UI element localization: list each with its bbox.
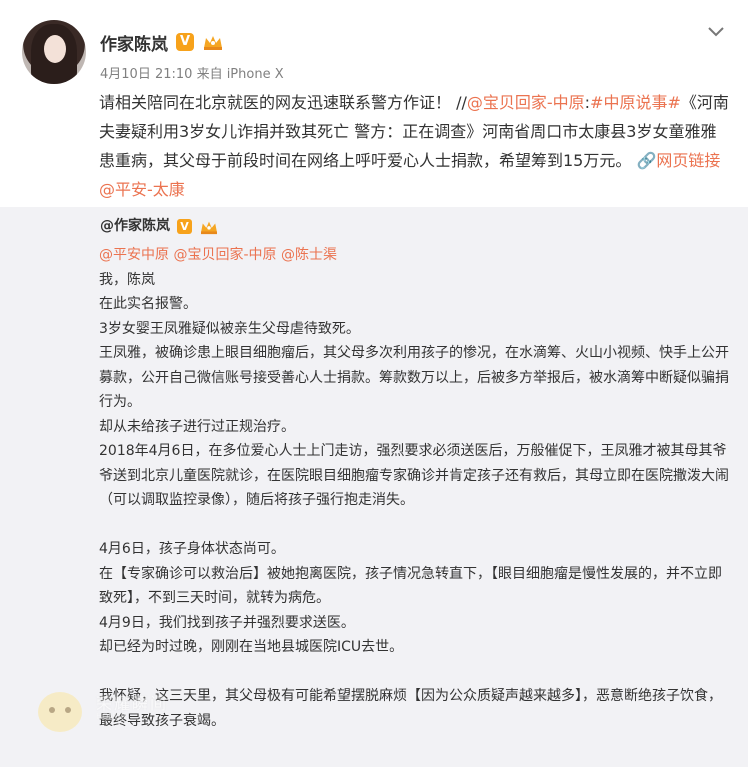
link-icon: 🔗 (636, 151, 657, 170)
verified-badge-icon: V (176, 33, 194, 51)
post-text: 请相关陪同在北京就医的网友迅速联系警方作证！ //@宝贝回家-中原:#中原说事#… (99, 88, 729, 204)
post-meta: 4月10日 21:10 来自 iPhone X (100, 63, 284, 82)
quoted-paragraph: 3岁女婴王凤雅疑似被亲生父母虐待致死。 (99, 320, 360, 337)
watermark-text: 荣耀瞬间 (96, 694, 169, 713)
watermark-bee-icon (38, 692, 82, 732)
post-intro-text: 请相关陪同在北京就医的网友迅速联系警方作证！ // (99, 93, 467, 112)
avatar[interactable] (22, 20, 86, 84)
chevron-down-icon[interactable] (704, 22, 728, 42)
topic-link[interactable]: #中原说事# (590, 93, 681, 112)
member-crown-icon (201, 221, 217, 235)
web-link[interactable]: 网页链接 (656, 151, 720, 170)
quoted-paragraph: 我怀疑，这三天里，其父母极有可能希望摆脱麻烦【因为公众质疑声越来越多】，恶意断绝… (99, 688, 722, 729)
quoted-paragraph: 4月9日，我们找到孩子并强烈要求送医。 (99, 614, 355, 631)
quoted-paragraph: 却已经为时过晚，刚刚在当地县城医院ICU去世。 (99, 639, 404, 655)
quoted-body: @平安中原 @宝贝回家-中原 @陈士渠 我，陈岚 在此实名报警。 3岁女婴王凤雅… (99, 243, 731, 733)
mention-baobei[interactable]: @宝贝回家-中原 (467, 93, 585, 112)
quoted-paragraph: 却从未给孩子进行过正规治疗。 (99, 418, 295, 435)
member-crown-icon (204, 36, 222, 50)
quoted-paragraph: 王凤雅，被确诊患上眼目细胞瘤后，其父母多次利用孩子的惨况，在水滴筹、火山小视频、… (99, 345, 729, 410)
quoted-author[interactable]: @作家陈岚 (100, 215, 170, 235)
quoted-paragraph: 在【专家确诊可以救治后】被她抱离医院，孩子情况急转直下，【眼目细胞瘤是慢性发展的… (99, 565, 722, 607)
quoted-paragraph: 我，陈岚 (99, 271, 155, 288)
quoted-mentions[interactable]: @平安中原 @宝贝回家-中原 @陈士渠 (99, 243, 731, 268)
post-source: 来自 iPhone X (196, 67, 284, 82)
verified-badge-icon: V (177, 219, 192, 234)
mention-taikang[interactable]: @平安-太康 (99, 180, 185, 199)
author-name[interactable]: 作家陈岚 (100, 30, 168, 55)
watermark: 荣耀瞬间 HONOR (38, 688, 188, 736)
quoted-paragraph: 4月6日，孩子身体状态尚可。 (99, 541, 285, 557)
quoted-paragraph: 在此实名报警。 (99, 296, 197, 312)
post-time[interactable]: 4月10日 21:10 (100, 67, 192, 82)
quoted-paragraph: 2018年4月6日，在多位爱心人士上门走访，强烈要求必须送医后，万般催促下，王凤… (99, 443, 729, 508)
watermark-subtext: HONOR (96, 712, 127, 721)
